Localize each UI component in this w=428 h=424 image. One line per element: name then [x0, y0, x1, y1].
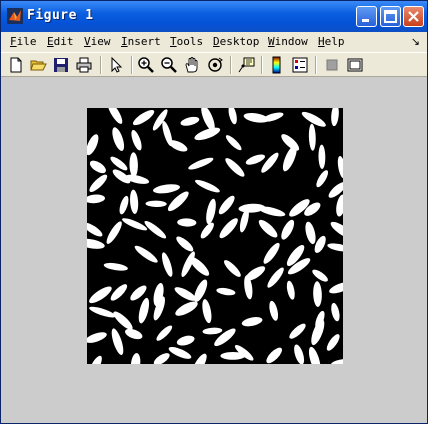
toolbar-separator: [100, 56, 102, 74]
menu-desktop[interactable]: Desktop: [213, 35, 259, 48]
menu-bar: File Edit View Insert Tools Desktop Wind…: [1, 32, 427, 52]
figure-window: Figure 1 File Edit View Insert Tools Des…: [0, 0, 428, 424]
menu-edit[interactable]: Edit: [47, 35, 74, 48]
maximize-button[interactable]: [380, 6, 401, 27]
toolbar-separator: [230, 56, 232, 74]
zoom-in-icon[interactable]: [137, 56, 155, 74]
menu-tools[interactable]: Tools: [170, 35, 203, 48]
window-title: Figure 1: [27, 8, 94, 23]
select-arrow-icon[interactable]: [107, 56, 125, 74]
toolbar-separator: [261, 56, 263, 74]
print-icon[interactable]: [75, 56, 93, 74]
data-cursor-icon[interactable]: [237, 56, 255, 74]
dock-arrow-icon[interactable]: ↘: [411, 35, 420, 48]
menu-window[interactable]: Window: [268, 35, 308, 48]
save-icon[interactable]: [52, 56, 70, 74]
title-bar[interactable]: Figure 1: [1, 1, 427, 32]
close-button[interactable]: [403, 6, 424, 27]
colorbar-icon[interactable]: [268, 56, 286, 74]
binary-rice-image: [87, 108, 343, 364]
toolbar-separator: [315, 56, 317, 74]
menu-help[interactable]: Help: [318, 35, 345, 48]
rotate-3d-icon[interactable]: [206, 56, 224, 74]
menu-insert[interactable]: Insert: [121, 35, 161, 48]
minimize-icon: [362, 19, 369, 22]
menu-view[interactable]: View: [84, 35, 111, 48]
close-icon: [408, 11, 419, 22]
hide-plot-tools-icon[interactable]: [323, 56, 341, 74]
figure-toolbar: [1, 52, 427, 77]
pan-hand-icon[interactable]: [183, 56, 201, 74]
open-file-icon[interactable]: [29, 56, 47, 74]
new-figure-icon[interactable]: [7, 56, 25, 74]
zoom-out-icon[interactable]: [160, 56, 178, 74]
maximize-icon: [384, 10, 397, 23]
matlab-logo-icon: [7, 8, 23, 24]
toolbar-separator: [131, 56, 133, 74]
show-plot-tools-icon[interactable]: [346, 56, 364, 74]
legend-icon[interactable]: [291, 56, 309, 74]
menu-file[interactable]: File: [10, 35, 37, 48]
minimize-button[interactable]: [356, 6, 377, 27]
